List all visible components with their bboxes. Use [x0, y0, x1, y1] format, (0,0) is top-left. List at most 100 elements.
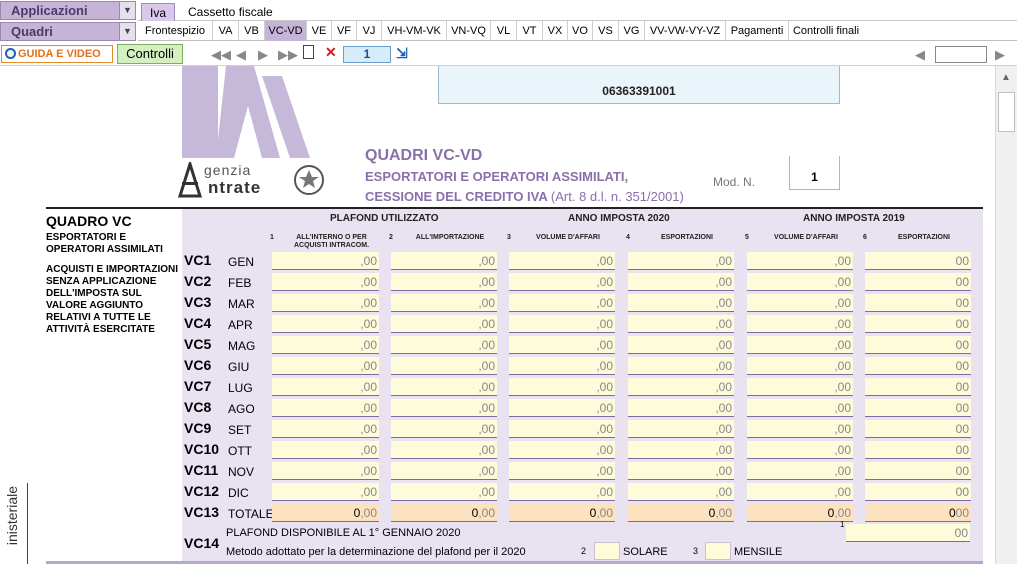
- amount-field[interactable]: ,00: [628, 420, 734, 438]
- tab-vt[interactable]: VT: [517, 21, 543, 41]
- scroll-right-icon[interactable]: ▶: [995, 47, 1005, 63]
- amount-field[interactable]: ,00: [747, 357, 853, 375]
- amount-field[interactable]: ,00: [628, 441, 734, 459]
- amount-field[interactable]: ,00: [747, 252, 853, 270]
- first-page-icon[interactable]: ◀◀: [211, 47, 231, 63]
- amount-field[interactable]: ,00: [747, 315, 853, 333]
- amount-field[interactable]: ,00: [628, 399, 734, 417]
- amount-field[interactable]: 00: [865, 357, 971, 375]
- mod-number-field[interactable]: 1: [789, 156, 840, 190]
- amount-field[interactable]: ,00: [509, 483, 615, 501]
- totale-field[interactable]: 0,00: [747, 504, 853, 522]
- amount-field[interactable]: ,00: [628, 315, 734, 333]
- amount-field[interactable]: ,00: [509, 420, 615, 438]
- amount-field[interactable]: ,00: [391, 420, 497, 438]
- totale-field[interactable]: 0,00: [272, 504, 379, 522]
- amount-field[interactable]: ,00: [391, 357, 497, 375]
- amount-field[interactable]: ,00: [509, 378, 615, 396]
- amount-field[interactable]: ,00: [509, 336, 615, 354]
- amount-field[interactable]: ,00: [391, 378, 497, 396]
- amount-field[interactable]: ,00: [272, 336, 379, 354]
- amount-field[interactable]: ,00: [747, 294, 853, 312]
- tab-vh-vm-vk[interactable]: VH-VM-VK: [382, 21, 447, 41]
- amount-field[interactable]: ,00: [628, 462, 734, 480]
- amount-field[interactable]: 00: [865, 462, 971, 480]
- tab-vb[interactable]: VB: [239, 21, 265, 41]
- amount-field[interactable]: ,00: [391, 273, 497, 291]
- amount-field[interactable]: ,00: [628, 336, 734, 354]
- next-page-icon[interactable]: ▶: [258, 47, 268, 63]
- amount-field[interactable]: ,00: [391, 252, 497, 270]
- tab-frontespizio[interactable]: Frontespizio: [138, 21, 213, 41]
- amount-field[interactable]: ,00: [272, 378, 379, 396]
- vertical-scrollbar[interactable]: ▲: [995, 66, 1017, 564]
- amount-field[interactable]: ,00: [272, 315, 379, 333]
- amount-field[interactable]: ,00: [628, 252, 734, 270]
- amount-field[interactable]: ,00: [509, 273, 615, 291]
- tab-vn-vq[interactable]: VN-VQ: [447, 21, 491, 41]
- amount-field[interactable]: 00: [865, 483, 971, 501]
- amount-field[interactable]: ,00: [747, 378, 853, 396]
- tab-vl[interactable]: VL: [491, 21, 517, 41]
- tab-ve[interactable]: VE: [307, 21, 332, 41]
- amount-field[interactable]: ,00: [509, 294, 615, 312]
- tab-vf[interactable]: VF: [332, 21, 357, 41]
- search-field[interactable]: [935, 46, 987, 63]
- amount-field[interactable]: ,00: [272, 483, 379, 501]
- amount-field[interactable]: 00: [865, 315, 971, 333]
- applicazioni-select[interactable]: Applicazioni ▼: [0, 1, 136, 20]
- amount-field[interactable]: ,00: [628, 294, 734, 312]
- amount-field[interactable]: ,00: [272, 357, 379, 375]
- totale-field[interactable]: 0,00: [628, 504, 734, 522]
- amount-field[interactable]: ,00: [747, 273, 853, 291]
- amount-field[interactable]: 00: [865, 399, 971, 417]
- amount-field[interactable]: ,00: [391, 462, 497, 480]
- vc14-plafond-field[interactable]: 00: [846, 524, 970, 542]
- scroll-up-icon[interactable]: ▲: [1001, 72, 1011, 83]
- amount-field[interactable]: ,00: [391, 483, 497, 501]
- quadri-select[interactable]: Quadri ▼: [0, 22, 136, 41]
- scrollbar-thumb[interactable]: [998, 92, 1015, 132]
- chevron-down-icon[interactable]: ▼: [119, 23, 135, 40]
- amount-field[interactable]: ,00: [272, 399, 379, 417]
- amount-field[interactable]: ,00: [272, 441, 379, 459]
- tab-vx[interactable]: VX: [543, 21, 568, 41]
- totale-field[interactable]: 0,00: [391, 504, 497, 522]
- amount-field[interactable]: ,00: [628, 378, 734, 396]
- tab-vv-vw-vy-vz[interactable]: VV-VW-VY-VZ: [645, 21, 726, 41]
- amount-field[interactable]: ,00: [628, 273, 734, 291]
- amount-field[interactable]: ,00: [747, 483, 853, 501]
- codice-fiscale-field[interactable]: 06363391001: [438, 66, 840, 104]
- tab-vo[interactable]: VO: [568, 21, 593, 41]
- amount-field[interactable]: ,00: [391, 315, 497, 333]
- amount-field[interactable]: ,00: [628, 483, 734, 501]
- last-page-icon[interactable]: ▶▶: [278, 47, 298, 63]
- chevron-down-icon[interactable]: ▼: [119, 2, 135, 19]
- amount-field[interactable]: 00: [865, 441, 971, 459]
- amount-field[interactable]: ,00: [628, 357, 734, 375]
- tab-vg[interactable]: VG: [619, 21, 645, 41]
- amount-field[interactable]: ,00: [509, 399, 615, 417]
- tab-cassetto-fiscale[interactable]: Cassetto fiscale: [180, 3, 281, 21]
- prev-page-icon[interactable]: ◀: [236, 47, 246, 63]
- amount-field[interactable]: ,00: [509, 441, 615, 459]
- solare-checkbox[interactable]: [594, 542, 620, 560]
- amount-field[interactable]: ,00: [391, 441, 497, 459]
- amount-field[interactable]: ,00: [391, 399, 497, 417]
- amount-field[interactable]: ,00: [391, 336, 497, 354]
- tab-va[interactable]: VA: [213, 21, 239, 41]
- amount-field[interactable]: ,00: [747, 462, 853, 480]
- amount-field[interactable]: ,00: [272, 420, 379, 438]
- amount-field[interactable]: 00: [865, 294, 971, 312]
- amount-field[interactable]: 00: [865, 336, 971, 354]
- amount-field[interactable]: ,00: [272, 252, 379, 270]
- amount-field[interactable]: ,00: [747, 420, 853, 438]
- amount-field[interactable]: ,00: [747, 441, 853, 459]
- tab-iva[interactable]: Iva: [141, 3, 176, 21]
- tab-pagamenti[interactable]: Pagamenti: [726, 21, 789, 41]
- new-page-icon[interactable]: [303, 45, 314, 59]
- amount-field[interactable]: ,00: [747, 336, 853, 354]
- amount-field[interactable]: 00: [865, 420, 971, 438]
- amount-field[interactable]: 00: [865, 273, 971, 291]
- tab-vj[interactable]: VJ: [357, 21, 382, 41]
